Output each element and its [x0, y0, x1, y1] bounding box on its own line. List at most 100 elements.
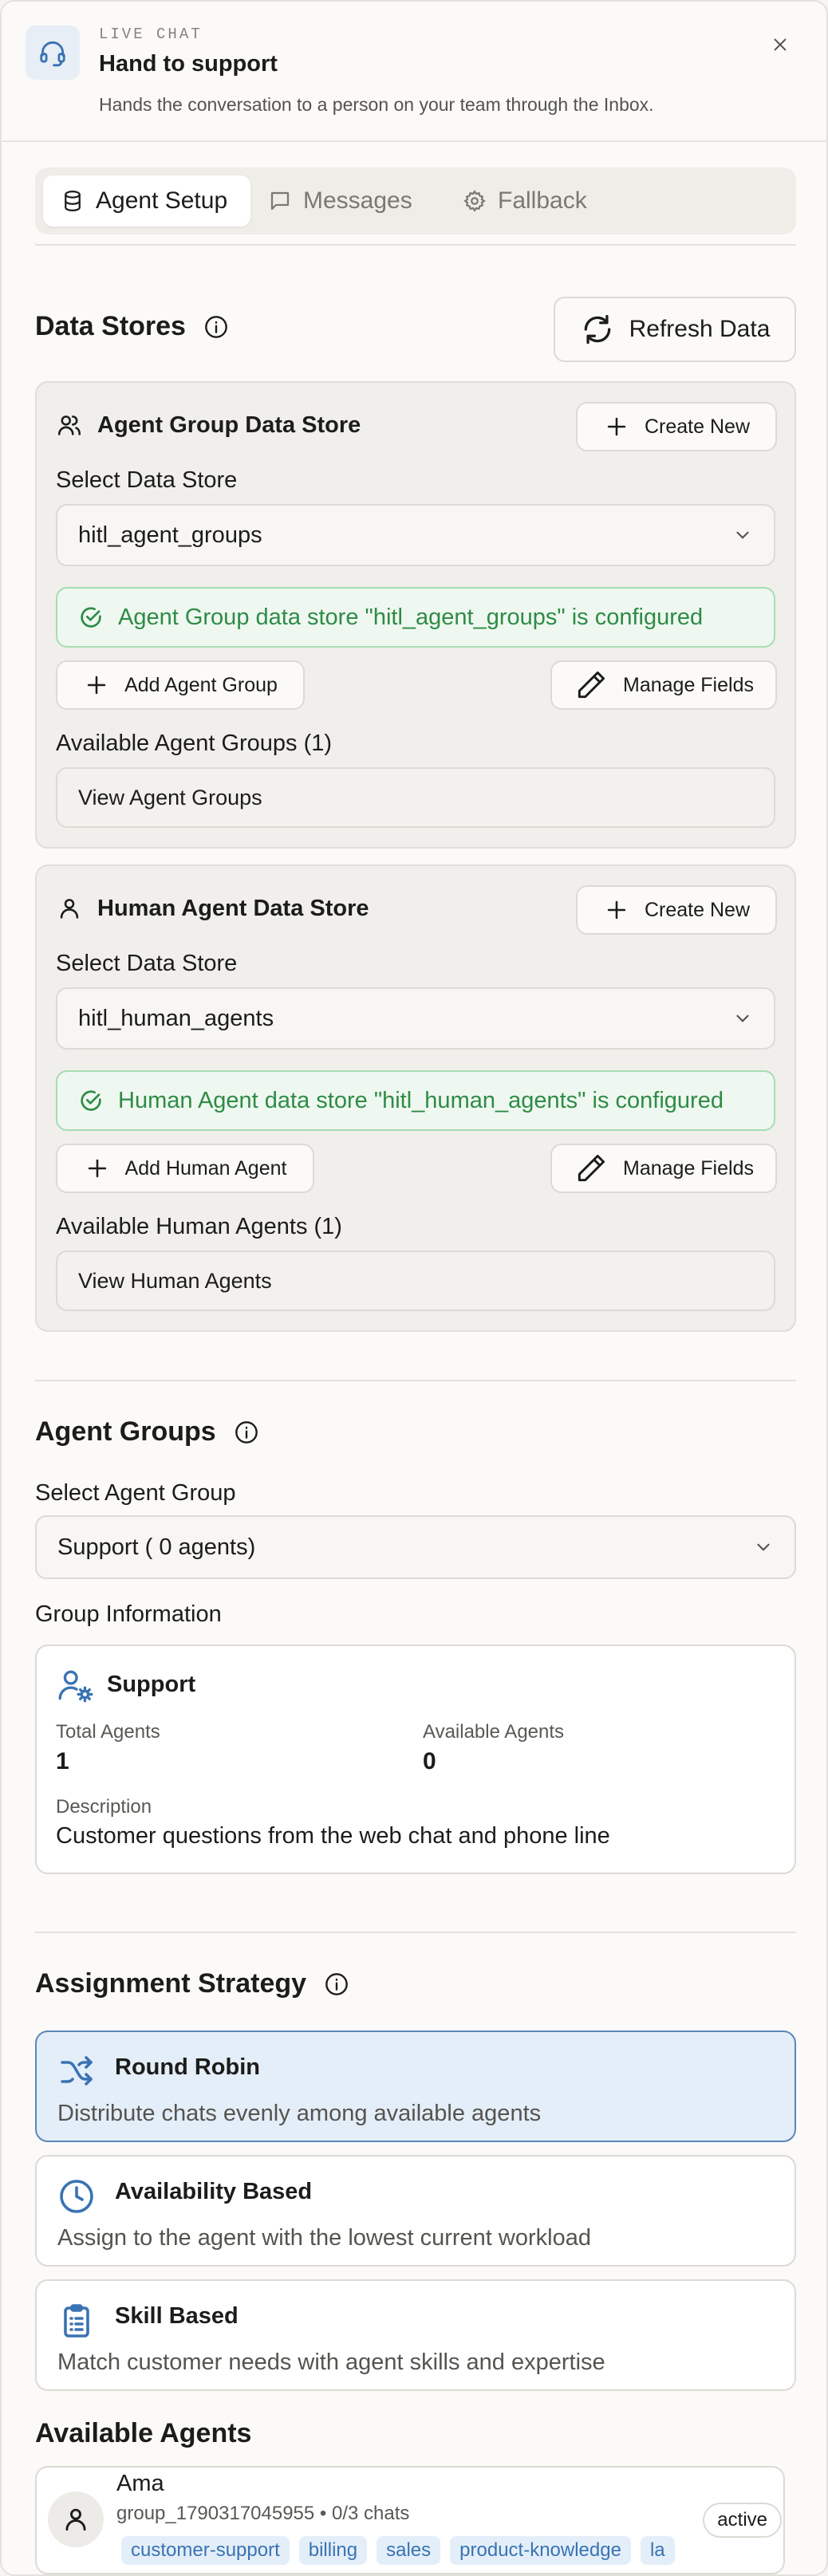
- human-agent-store-card: Human Agent Data Store Create New Select…: [35, 865, 796, 1332]
- strategy-description: Match customer needs with agent skills a…: [57, 2350, 605, 2375]
- assignment-strategy-heading: Assignment Strategy: [35, 1968, 349, 1999]
- status-text: Agent Group data store "hitl_agent_group…: [118, 604, 704, 630]
- skill-tag: la: [640, 2536, 675, 2565]
- section-title: Available Agents: [35, 2418, 252, 2448]
- user-gear-icon: [56, 1665, 96, 1705]
- avatar: [48, 2491, 104, 2547]
- clock-icon: [57, 2177, 96, 2216]
- strategy-title: Round Robin: [115, 2054, 261, 2080]
- panel-header: LIVE CHAT Hand to support Hands the conv…: [2, 2, 826, 142]
- create-new-button[interactable]: Create New: [576, 885, 777, 935]
- add-agent-group-button[interactable]: Add Agent Group: [56, 660, 305, 710]
- button-label: Create New: [645, 415, 750, 438]
- plus-icon: [603, 413, 630, 440]
- users-icon: [56, 412, 83, 439]
- close-icon[interactable]: [766, 30, 794, 59]
- select-data-store-label: Select Data Store: [56, 951, 238, 976]
- plus-icon: [84, 1155, 111, 1182]
- user-icon: [56, 895, 83, 922]
- data-stores-heading: Data Stores: [35, 311, 229, 342]
- refresh-data-button[interactable]: Refresh Data: [554, 297, 796, 362]
- button-label: Refresh Data: [629, 316, 771, 342]
- agent-group-store-card: Agent Group Data Store Create New Select…: [35, 381, 796, 849]
- chevron-down-icon: [732, 1008, 753, 1029]
- status-badge: active: [703, 2503, 782, 2538]
- tab-fallback[interactable]: Fallback: [445, 175, 605, 226]
- skill-tag: product-knowledge: [450, 2536, 631, 2565]
- strategy-description: Assign to the agent with the lowest curr…: [57, 2225, 591, 2251]
- create-new-button[interactable]: Create New: [576, 402, 777, 451]
- view-agent-groups-button[interactable]: View Agent Groups: [56, 767, 775, 828]
- human-agent-store-select[interactable]: hitl_human_agents: [56, 987, 775, 1050]
- pencil-icon: [574, 1151, 609, 1186]
- group-name: Support: [107, 1672, 196, 1697]
- card-title-text: Human Agent Data Store: [97, 895, 369, 921]
- header-eyebrow: LIVE CHAT: [99, 26, 203, 43]
- clipboard-icon: [57, 2302, 96, 2340]
- agent-meta: group_1790317045955 • 0/3 chats: [116, 2503, 410, 2524]
- section-title: Agent Groups: [35, 1416, 216, 1447]
- skill-tag: billing: [298, 2536, 368, 2565]
- hand-to-support-panel: LIVE CHAT Hand to support Hands the conv…: [0, 0, 828, 2576]
- tab-label: Agent Setup: [96, 187, 228, 214]
- plus-icon: [603, 896, 630, 924]
- agent-skill-tags: customer-support billing sales product-k…: [121, 2536, 675, 2565]
- strategy-round-robin[interactable]: Round Robin Distribute chats evenly amon…: [35, 2030, 796, 2142]
- status-text: Human Agent data store "hitl_human_agent…: [118, 1087, 724, 1113]
- select-value: hitl_human_agents: [78, 1005, 274, 1031]
- tab-agent-setup[interactable]: Agent Setup: [43, 175, 250, 226]
- info-icon[interactable]: [324, 1971, 349, 1997]
- card-title-text: Agent Group Data Store: [97, 412, 361, 438]
- agent-name: Ama: [116, 2471, 164, 2496]
- agent-group-store-select[interactable]: hitl_agent_groups: [56, 504, 775, 566]
- divider: [35, 244, 796, 246]
- strategy-title: Availability Based: [115, 2179, 313, 2204]
- info-icon[interactable]: [203, 314, 229, 340]
- pencil-icon: [574, 668, 609, 703]
- strategy-skill-based[interactable]: Skill Based Match customer needs with ag…: [35, 2279, 796, 2391]
- agent-group-select[interactable]: Support ( 0 agents): [35, 1515, 796, 1579]
- section-title: Assignment Strategy: [35, 1968, 307, 1999]
- available-agents-value: 0: [423, 1748, 436, 1774]
- available-agents-label: Available Agents: [423, 1721, 565, 1743]
- group-information-label: Group Information: [35, 1601, 222, 1627]
- check-circle-icon: [78, 1088, 104, 1113]
- available-human-agents-label: Available Human Agents (1): [56, 1214, 342, 1239]
- tab-messages[interactable]: Messages: [250, 175, 430, 226]
- card-title: Human Agent Data Store: [56, 895, 369, 922]
- tab-label: Messages: [303, 187, 412, 214]
- gear-icon: [463, 189, 487, 213]
- divider: [35, 1380, 796, 1381]
- group-description: Customer questions from the web chat and…: [56, 1823, 610, 1849]
- shuffle-icon: [57, 2053, 96, 2091]
- header-subtitle: Hands the conversation to a person on yo…: [99, 94, 654, 115]
- skill-tag: customer-support: [121, 2536, 290, 2565]
- headset-icon: [26, 26, 80, 80]
- human-agent-store-status: Human Agent data store "hitl_human_agent…: [56, 1070, 775, 1131]
- select-data-store-label: Select Data Store: [56, 467, 238, 493]
- button-label: Add Agent Group: [124, 673, 278, 696]
- manage-fields-button[interactable]: Manage Fields: [550, 660, 777, 710]
- select-agent-group-label: Select Agent Group: [35, 1480, 236, 1506]
- info-icon[interactable]: [234, 1420, 259, 1445]
- section-title: Data Stores: [35, 311, 186, 341]
- total-agents-label: Total Agents: [56, 1721, 160, 1743]
- available-agents-heading: Available Agents: [35, 2418, 251, 2449]
- select-value: hitl_agent_groups: [78, 522, 262, 548]
- strategy-description: Distribute chats evenly among available …: [57, 2101, 542, 2126]
- manage-fields-button[interactable]: Manage Fields: [550, 1144, 777, 1193]
- agent-group-store-status: Agent Group data store "hitl_agent_group…: [56, 587, 775, 648]
- button-label: Add Human Agent: [124, 1156, 287, 1180]
- skill-tag: sales: [377, 2536, 441, 2565]
- card-title: Agent Group Data Store: [56, 412, 361, 439]
- header-title: Hand to support: [99, 51, 278, 77]
- refresh-icon: [580, 312, 615, 347]
- add-human-agent-button[interactable]: Add Human Agent: [56, 1144, 314, 1193]
- button-label: Manage Fields: [623, 673, 754, 696]
- check-circle-icon: [78, 605, 104, 630]
- view-human-agents-button[interactable]: View Human Agents: [56, 1251, 775, 1311]
- agent-list-item[interactable]: Ama group_1790317045955 • 0/3 chats cust…: [35, 2466, 785, 2574]
- strategy-availability-based[interactable]: Availability Based Assign to the agent w…: [35, 2155, 796, 2267]
- description-label: Description: [56, 1796, 152, 1818]
- tab-label: Fallback: [498, 187, 587, 214]
